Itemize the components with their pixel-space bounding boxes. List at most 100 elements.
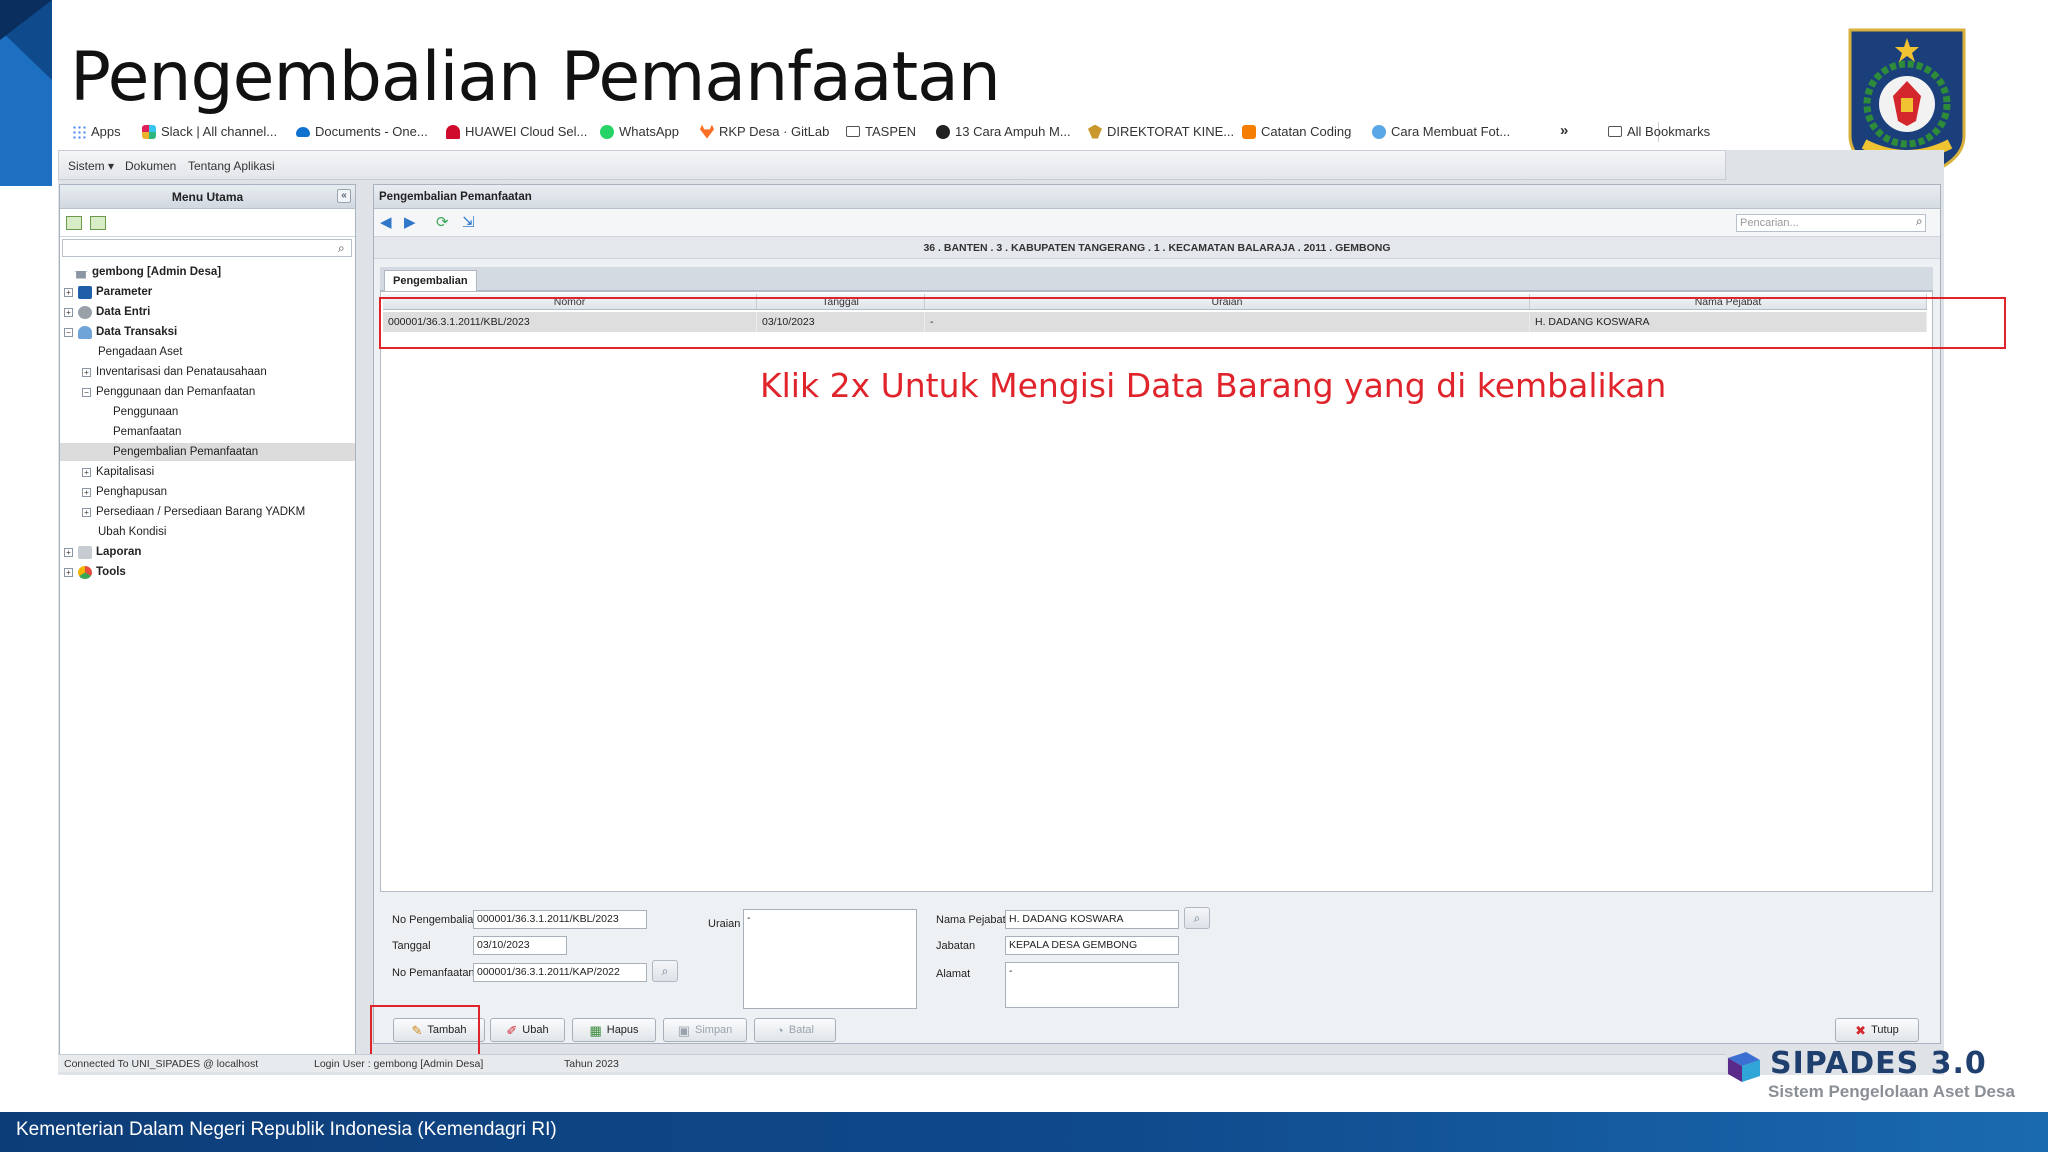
bookmark-huawei[interactable]: HUAWEI Cloud Sel... (446, 124, 587, 139)
expand-icon[interactable]: + (82, 367, 91, 377)
onedrive-cloud-icon (296, 126, 310, 137)
export-icon[interactable]: ⇲ (462, 215, 475, 231)
left-panel-header: Menu Utama « (60, 185, 355, 209)
folder-icon (1608, 126, 1622, 137)
tree-node-persediaan[interactable]: + Persediaan / Persediaan Barang YADKM (82, 503, 305, 521)
all-bookmarks-button[interactable]: All Bookmarks (1608, 124, 1710, 139)
home-icon (74, 265, 88, 279)
transaksi-icon (78, 325, 92, 339)
tree-node-root[interactable]: gembong [Admin Desa] (74, 263, 221, 281)
no-pengembalian-field[interactable]: 000001/36.3.1.2011/KBL/2023 (473, 910, 647, 929)
slide-title: Pengembalian Pemanfaatan (70, 38, 1001, 117)
jabatan-field[interactable]: KEPALA DESA GEMBONG (1005, 936, 1179, 955)
bookmark-catatan-coding[interactable]: Catatan Coding (1242, 124, 1351, 139)
magnifier-icon: ⌕ (1193, 911, 1201, 925)
tree-node-penggunaan-pemanfaatan[interactable]: − Penggunaan dan Pemanfaatan (82, 383, 255, 401)
bookmark-onedrive[interactable]: Documents - One... (296, 124, 428, 139)
tree-node-parameter[interactable]: + Parameter (64, 283, 152, 301)
bookmark-13-cara[interactable]: 13 Cara Ampuh M... (936, 124, 1071, 139)
expand-icon[interactable]: + (64, 567, 73, 577)
folder-icon (846, 126, 860, 137)
tree-node-inventarisasi[interactable]: + Inventarisasi dan Penatausahaan (82, 363, 267, 381)
no-pengembalian-label: No Pengembalian (392, 914, 480, 926)
jabatan-label: Jabatan (936, 940, 976, 952)
pemanfaatan-lookup-button[interactable]: ⌕ (652, 960, 678, 982)
bookmark-apps[interactable]: Apps (72, 124, 121, 139)
search-input[interactable]: Pencarian... (1736, 214, 1926, 232)
menu-search-input[interactable] (62, 239, 352, 257)
forward-arrow-icon[interactable]: ▶ (404, 215, 416, 231)
bookmark-taspen[interactable]: TASPEN (846, 124, 916, 139)
bookmark-cara-membuat[interactable]: Cara Membuat Fot... (1372, 124, 1510, 139)
tree-node-pengembalian-pemanfaatan[interactable]: Pengembalian Pemanfaatan (60, 443, 355, 461)
tools-icon (78, 565, 92, 579)
collapse-panel-button[interactable]: « (337, 189, 351, 203)
no-pemanfaatan-field[interactable]: 000001/36.3.1.2011/KAP/2022 (473, 963, 647, 982)
tree-node-tools[interactable]: + Tools (64, 563, 126, 581)
menu-sistem[interactable]: Sistem ▾ (68, 159, 114, 173)
expand-icon[interactable]: + (82, 467, 91, 477)
bookmarks-overflow-button[interactable]: » (1560, 122, 1568, 139)
expand-icon[interactable]: + (64, 287, 73, 297)
tree-node-pemanfaatan[interactable]: Pemanfaatan (113, 423, 181, 441)
bookmark-slack[interactable]: Slack | All channel... (142, 124, 277, 139)
pejabat-lookup-button[interactable]: ⌕ (1184, 907, 1210, 929)
sipades-subtitle: Sistem Pengelolaan Aset Desa (1768, 1082, 2015, 1101)
ubah-button[interactable]: ✐ Ubah (490, 1018, 565, 1042)
corner-decoration (0, 0, 52, 186)
expand-all-icon[interactable] (66, 216, 82, 230)
tree-node-ubah-kondisi[interactable]: Ubah Kondisi (98, 523, 166, 541)
menu-dokumen[interactable]: Dokumen (125, 159, 176, 173)
collapse-icon[interactable]: − (82, 387, 91, 397)
tab-strip: Pengembalian (380, 267, 1933, 291)
tutup-button[interactable]: ✖ Tutup (1835, 1018, 1919, 1042)
uraian-label: Uraian (708, 918, 741, 930)
collapse-icon[interactable]: − (64, 327, 73, 337)
laporan-icon (78, 545, 92, 559)
left-menu-panel: Menu Utama « ⌕ gembong [Admin Desa] + Pa… (59, 184, 356, 1055)
table-row-highlight (379, 297, 2006, 349)
bookmark-direktorat[interactable]: DIREKTORAT KINE... (1088, 124, 1234, 139)
alamat-textarea[interactable]: - (1005, 962, 1179, 1008)
tree-node-pengadaan-aset[interactable]: Pengadaan Aset (98, 343, 182, 361)
tree-node-penggunaan[interactable]: Penggunaan (113, 403, 178, 421)
gitlab-icon (700, 124, 714, 139)
tree-node-penghapusan[interactable]: + Penghapusan (82, 483, 167, 501)
menu-search-icon[interactable]: ⌕ (338, 241, 345, 256)
save-icon: ▣ (677, 1022, 690, 1038)
batal-button[interactable]: ◔ Batal (754, 1018, 836, 1042)
sipades-cube-icon (1728, 1052, 1760, 1082)
refresh-icon[interactable]: ⟳ (436, 215, 449, 231)
left-tools-bar (60, 209, 355, 237)
tanggal-field[interactable]: 03/10/2023 (473, 936, 567, 955)
bookmark-gitlab[interactable]: RKP Desa · GitLab (700, 124, 829, 139)
expand-icon[interactable]: + (64, 547, 73, 557)
footer-text: Kementerian Dalam Negeri Republik Indone… (16, 1119, 557, 1140)
expand-icon[interactable]: + (64, 307, 73, 317)
tree-node-kapitalisasi[interactable]: + Kapitalisasi (82, 463, 154, 481)
tab-pengembalian[interactable]: Pengembalian (384, 270, 477, 291)
blogger-icon (1242, 124, 1256, 139)
hapus-button[interactable]: ▦ Hapus (572, 1018, 656, 1042)
whatsapp-icon (600, 124, 614, 139)
expand-icon[interactable]: + (82, 507, 91, 517)
tree-node-laporan[interactable]: + Laporan (64, 543, 141, 561)
collapse-all-icon[interactable] (90, 216, 106, 230)
bookmark-whatsapp[interactable]: WhatsApp (600, 124, 679, 139)
close-icon: ✖ (1855, 1022, 1867, 1038)
nama-pejabat-field[interactable]: H. DADANG KOSWARA (1005, 910, 1179, 929)
sipades-name: SIPADES 3.0 (1770, 1046, 1987, 1081)
tree-node-data-entri[interactable]: + Data Entri (64, 303, 150, 321)
location-breadcrumb: 36 . BANTEN . 3 . KABUPATEN TANGERANG . … (374, 237, 1940, 259)
uraian-textarea[interactable]: - (743, 909, 917, 1009)
tambah-button-highlight (370, 1005, 480, 1057)
menu-tentang-aplikasi[interactable]: Tentang Aplikasi (188, 159, 275, 173)
search-icon[interactable]: ⌕ (1916, 214, 1923, 229)
tree-node-data-transaksi[interactable]: − Data Transaksi (64, 323, 177, 341)
slack-icon (142, 124, 156, 139)
simpan-button[interactable]: ▣ Simpan (663, 1018, 747, 1042)
cancel-icon: ◔ (776, 1022, 784, 1038)
content-panel-title: Pengembalian Pemanfaatan (374, 185, 1940, 209)
expand-icon[interactable]: + (82, 487, 91, 497)
back-arrow-icon[interactable]: ◀ (380, 215, 392, 231)
